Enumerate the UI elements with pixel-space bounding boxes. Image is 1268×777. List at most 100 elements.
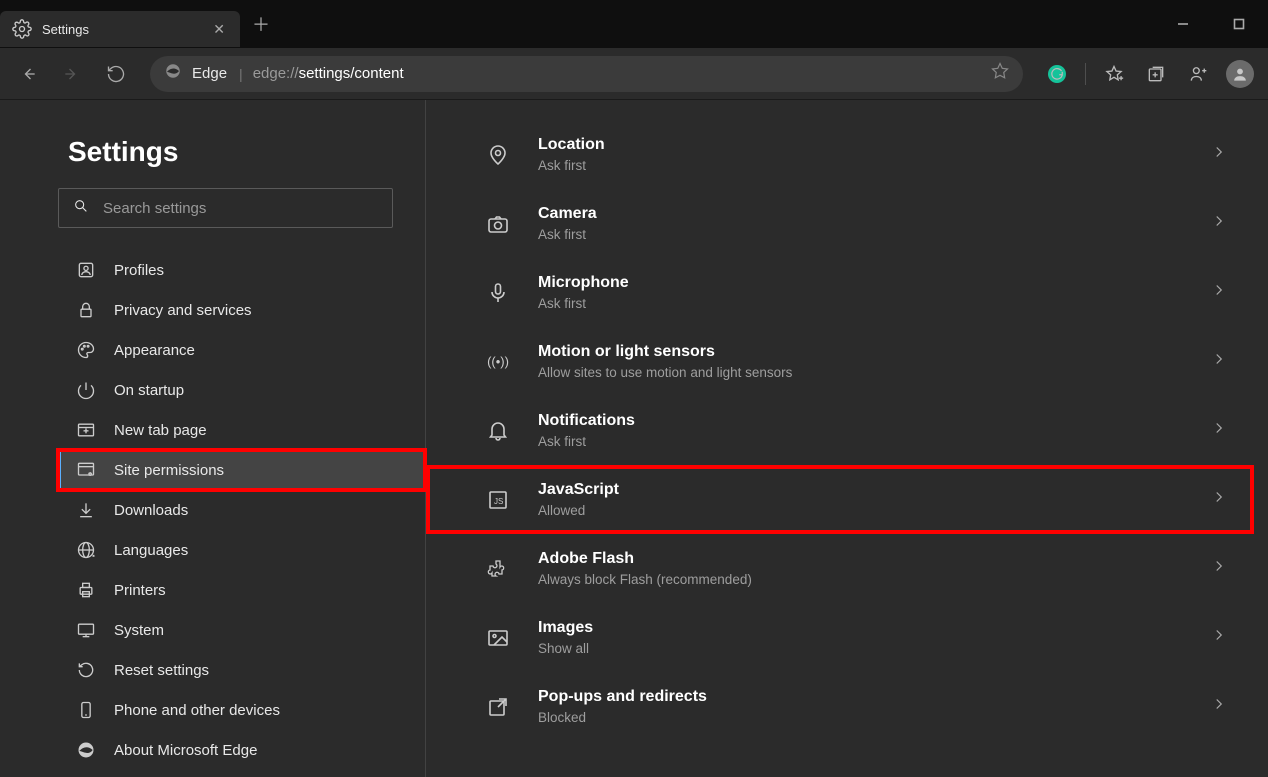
sidebar-item-phone-and-other-devices[interactable]: Phone and other devices — [58, 690, 425, 730]
popup-icon — [486, 695, 510, 719]
chevron-right-icon — [1210, 212, 1228, 235]
favorites-icon[interactable] — [1094, 54, 1134, 94]
lock-icon — [76, 300, 96, 320]
sidebar-item-label: On startup — [114, 382, 184, 399]
page-title: Settings — [58, 136, 425, 168]
chevron-right-icon — [1210, 419, 1228, 442]
newtab-button[interactable]: ＋ — [252, 11, 270, 37]
profiles-icon — [76, 260, 96, 280]
permission-title: JavaScript — [538, 481, 1210, 499]
tab-title: Settings — [42, 22, 200, 37]
collections-icon[interactable] — [1136, 54, 1176, 94]
permission-title: Location — [538, 136, 1210, 154]
sidebar-item-system[interactable]: System — [58, 610, 425, 650]
chevron-right-icon — [1210, 626, 1228, 649]
permission-adobe-flash[interactable]: Adobe FlashAlways block Flash (recommend… — [426, 534, 1254, 603]
newtab-icon — [76, 420, 96, 440]
sidebar-item-on-startup[interactable]: On startup — [58, 370, 425, 410]
reset-icon — [76, 660, 96, 680]
main-panel: LocationAsk firstCameraAsk firstMicropho… — [426, 100, 1268, 777]
nav-list: Profiles Privacy and services Appearance On… — [58, 246, 425, 770]
sidebar: Settings Profiles Privacy and services App… — [0, 100, 426, 777]
sidebar-item-label: Privacy and services — [114, 302, 252, 319]
tabs: Settings ✕ ＋ — [0, 0, 270, 48]
sidebar-item-label: System — [114, 622, 164, 639]
sidebar-item-downloads[interactable]: Downloads — [58, 490, 425, 530]
permission-list: LocationAsk firstCameraAsk firstMicropho… — [426, 120, 1268, 741]
sidebar-item-reset-settings[interactable]: Reset settings — [58, 650, 425, 690]
permission-camera[interactable]: Camera Ask first — [426, 189, 1254, 258]
phone-icon — [76, 700, 96, 720]
chevron-right-icon — [1210, 350, 1228, 373]
location-icon — [486, 143, 510, 167]
permission-motion-or-light-sensors[interactable]: ((•))Motion or light sensorsAllow sites … — [426, 327, 1254, 396]
permission-pop-ups-and-redirects[interactable]: Pop-ups and redirects Blocked — [426, 672, 1254, 741]
toolbar-icons — [1037, 54, 1260, 94]
permission-title: Camera — [538, 205, 1210, 223]
sidebar-item-new-tab-page[interactable]: New tab page — [58, 410, 425, 450]
sidebar-item-label: Appearance — [114, 342, 195, 359]
permission-notifications[interactable]: Notifications Ask first — [426, 396, 1254, 465]
sidebar-item-about-microsoft-edge[interactable]: About Microsoft Edge — [58, 730, 425, 770]
forward-button[interactable] — [52, 54, 92, 94]
chevron-right-icon — [1210, 143, 1228, 166]
system-icon — [76, 620, 96, 640]
permission-subtitle: Show all — [538, 641, 1210, 656]
palette-icon — [76, 340, 96, 360]
sidebar-item-label: Site permissions — [114, 462, 224, 479]
grammarly-icon[interactable] — [1037, 54, 1077, 94]
permission-microphone[interactable]: MicrophoneAsk first — [426, 258, 1254, 327]
edge-icon — [76, 740, 96, 760]
permission-title: Adobe Flash — [538, 550, 1210, 568]
toolbar: Edge | edge://settings/content — [0, 48, 1268, 100]
js-icon: JS — [486, 488, 510, 512]
permission-title: Pop-ups and redirects — [538, 688, 1210, 706]
sidebar-item-profiles[interactable]: Profiles — [58, 250, 425, 290]
permission-subtitle: Ask first — [538, 434, 1210, 449]
titlebar: Settings ✕ ＋ — [0, 0, 1268, 48]
address-bar[interactable]: Edge | edge://settings/content — [150, 56, 1023, 92]
search-input[interactable] — [103, 200, 378, 217]
camera-icon — [486, 212, 510, 236]
download-icon — [76, 500, 96, 520]
permission-location[interactable]: LocationAsk first — [426, 120, 1254, 189]
chevron-right-icon — [1210, 281, 1228, 304]
siteperm-icon — [76, 460, 96, 480]
sidebar-item-site-permissions[interactable]: Site permissions — [58, 450, 425, 490]
sidebar-item-printers[interactable]: Printers — [58, 570, 425, 610]
url-text: edge://settings/content — [253, 65, 404, 83]
sidebar-item-label: Profiles — [114, 262, 164, 279]
maximize-button[interactable] — [1222, 10, 1256, 38]
search-icon — [73, 198, 89, 219]
permission-title: Microphone — [538, 274, 1210, 292]
edge-logo-icon — [164, 62, 182, 85]
back-button[interactable] — [8, 54, 48, 94]
sidebar-item-label: Phone and other devices — [114, 702, 280, 719]
permission-title: Notifications — [538, 412, 1210, 430]
image-icon — [486, 626, 510, 650]
permission-javascript[interactable]: JSJavaScriptAllowed — [426, 465, 1254, 534]
refresh-button[interactable] — [96, 54, 136, 94]
minimize-button[interactable] — [1166, 10, 1200, 38]
favorite-star-icon[interactable] — [991, 62, 1009, 85]
addr-brand: Edge — [192, 65, 227, 82]
person-icon[interactable] — [1178, 54, 1218, 94]
power-icon — [76, 380, 96, 400]
browser-tab[interactable]: Settings ✕ — [0, 11, 240, 47]
permission-images[interactable]: Images Show all — [426, 603, 1254, 672]
sidebar-item-privacy-and-services[interactable]: Privacy and services — [58, 290, 425, 330]
close-icon[interactable]: ✕ — [210, 21, 228, 38]
permission-subtitle: Blocked — [538, 710, 1210, 725]
printer-icon — [76, 580, 96, 600]
chevron-right-icon — [1210, 488, 1228, 511]
permission-title: Images — [538, 619, 1210, 637]
permission-subtitle: Allow sites to use motion and light sens… — [538, 365, 1210, 380]
sidebar-item-languages[interactable]: Languages — [58, 530, 425, 570]
permission-subtitle: Ask first — [538, 227, 1210, 242]
content: Settings Profiles Privacy and services App… — [0, 100, 1268, 777]
profile-avatar[interactable] — [1220, 54, 1260, 94]
permission-title: Motion or light sensors — [538, 343, 1210, 361]
sidebar-item-label: Languages — [114, 542, 188, 559]
search-box[interactable] — [58, 188, 393, 228]
sidebar-item-appearance[interactable]: Appearance — [58, 330, 425, 370]
